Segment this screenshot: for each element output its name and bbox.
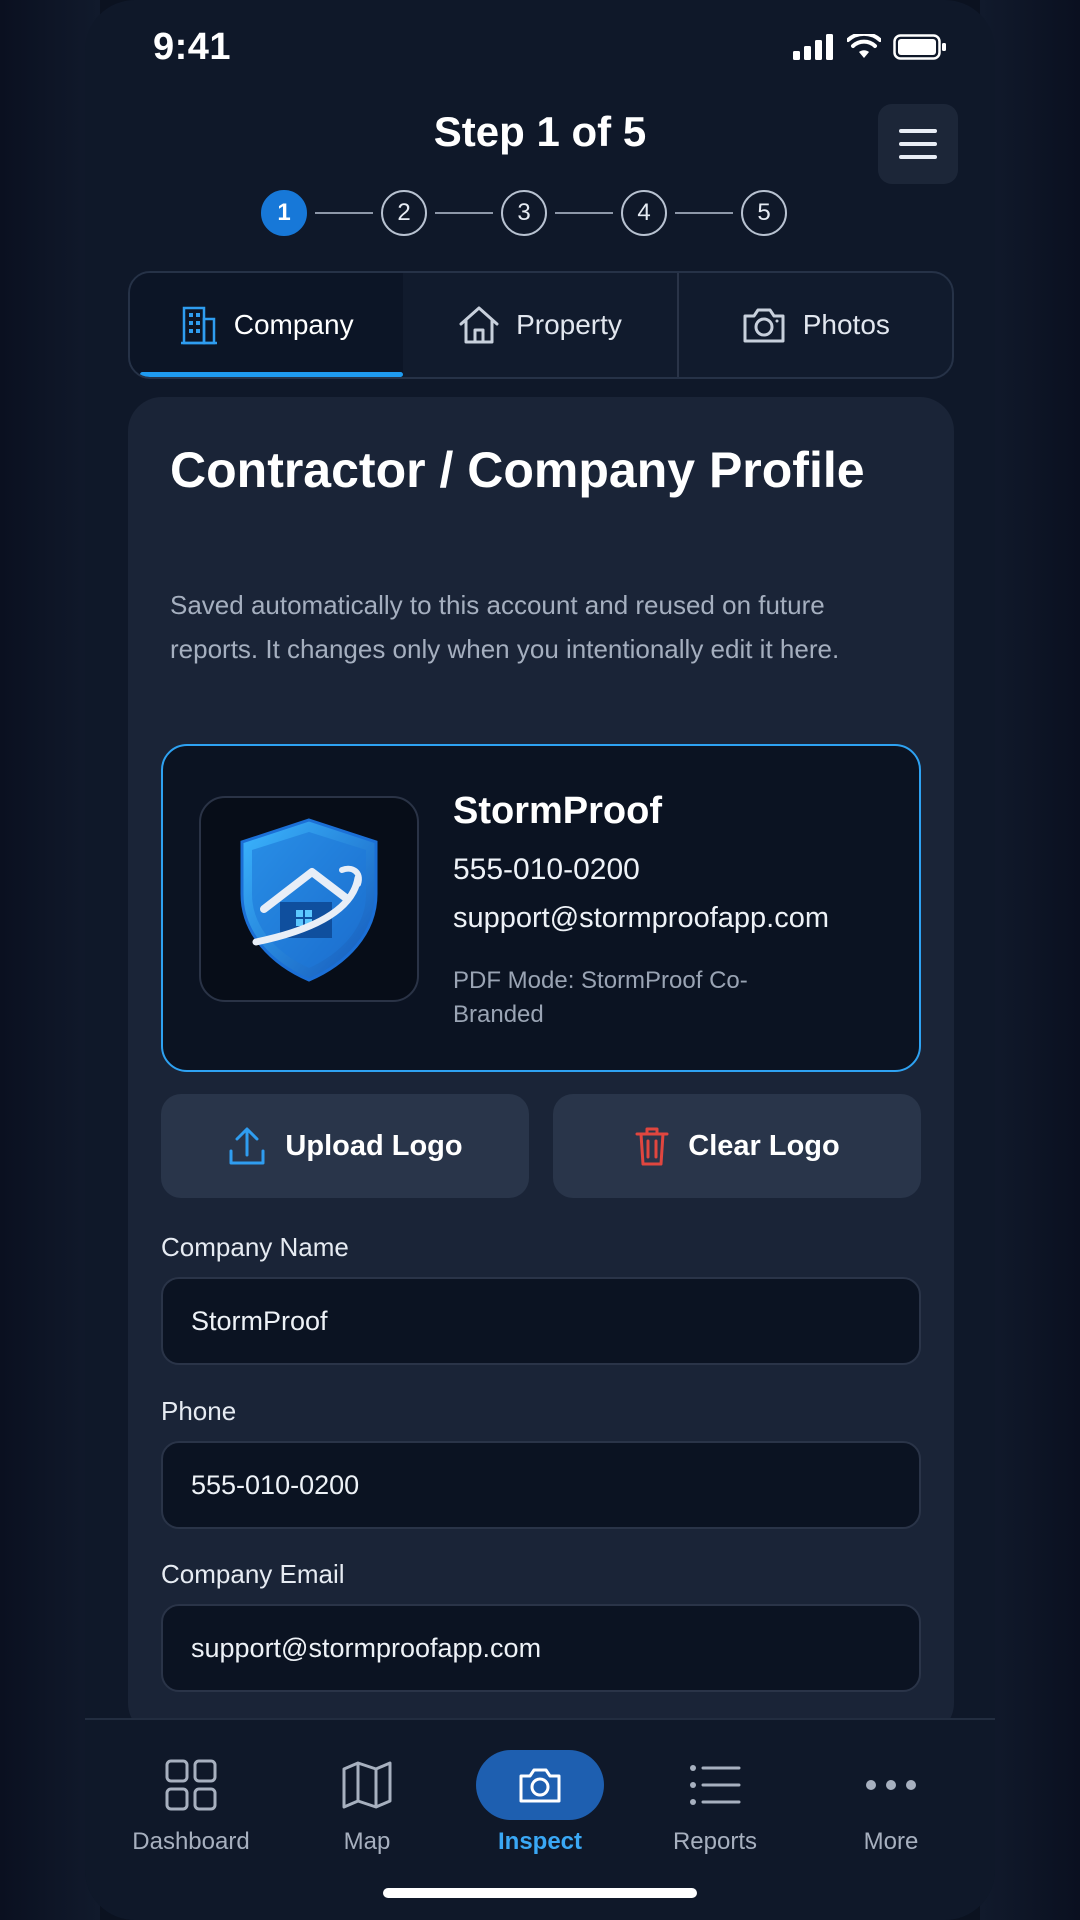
upload-logo-button[interactable]: Upload Logo [161,1094,529,1198]
building-icon [180,306,217,345]
step-progress: 1 2 3 4 5 [261,190,787,236]
trash-icon [635,1127,669,1166]
hamburger-icon [899,155,937,159]
company-name-value: StormProof [191,1305,328,1336]
status-time: 9:41 [153,26,232,68]
profile-preview: StormProof 555-010-0200 support@stormpro… [161,744,921,1072]
tab-label: Property [516,309,622,340]
profile-phone: 555-010-0200 [453,853,640,886]
nav-dashboard[interactable]: Dashboard [106,1750,276,1856]
upload-icon [229,1127,265,1165]
wifi-icon [847,34,881,58]
camera-icon [519,1768,561,1803]
nav-label: Map [343,1828,391,1855]
company-name-label: Company Name [161,1232,349,1262]
shield-house-logo [240,818,378,982]
step-indicator-5[interactable]: 5 [741,190,787,236]
phone-field[interactable]: 555-010-0200 [161,1441,921,1529]
card-description: Saved automatically to this account and … [170,590,840,664]
nav-label: Reports [672,1828,758,1855]
company-name-field[interactable]: StormProof [161,1277,921,1365]
tab-label: Company [233,309,354,340]
home-indicator [383,1888,697,1898]
nav-reports[interactable]: Reports [630,1750,800,1856]
phone-label: Phone [161,1396,237,1426]
nav-label: Dashboard [132,1828,250,1855]
nav-map[interactable]: Map [282,1750,452,1856]
card-title: Contractor / Company Profile [170,442,865,498]
step-indicator-3[interactable]: 3 [501,190,547,236]
house-icon [459,306,499,344]
map-icon [342,1761,392,1809]
tab-property[interactable]: Property [403,273,676,377]
hamburger-icon [899,129,937,133]
profile-pdf-mode: PDF Mode: StormProof Co-Branded [453,967,748,1028]
step-indicator-1[interactable]: 1 [261,190,307,236]
phone-value: 555-010-0200 [191,1469,360,1500]
tab-company[interactable]: Company [130,273,404,377]
company-profile-card: Contractor / Company Profile Saved autom… [128,397,954,1737]
nav-inspect[interactable]: Inspect [455,1750,625,1856]
step-connector [555,212,613,214]
tab-label: Photos [802,309,890,340]
nav-label: More [863,1828,919,1855]
profile-email: support@stormproofapp.com [453,902,829,934]
step-indicator-2[interactable]: 2 [381,190,427,236]
signal-icon [793,34,833,60]
list-icon [690,1765,741,1805]
grid-icon [165,1759,217,1811]
more-icon [866,1780,916,1790]
phone-screen: 9:41 Step 1 of 5 1 2 3 4 5 Company Prope… [85,0,995,1920]
status-icons [793,34,947,60]
nav-more[interactable]: More [806,1750,976,1856]
camera-icon [743,308,785,343]
upload-logo-label: Upload Logo [285,1129,463,1162]
nav-label: Inspect [497,1828,583,1855]
section-tabs: Company Property Photos [128,271,954,379]
battery-icon [893,34,946,60]
page-title: Step 1 of 5 [433,108,647,155]
company-logo [199,796,419,1002]
step-connector [675,212,733,214]
step-connector [315,212,373,214]
clear-logo-label: Clear Logo [688,1129,840,1162]
step-connector [435,212,493,214]
background-right [980,0,1080,1920]
company-email-field[interactable]: support@stormproofapp.com [161,1604,921,1692]
clear-logo-button[interactable]: Clear Logo [553,1094,921,1198]
step-indicator-4[interactable]: 4 [621,190,667,236]
profile-company-name: StormProof [453,790,662,832]
hamburger-icon [899,142,937,146]
tab-photos[interactable]: Photos [679,273,952,377]
menu-button[interactable] [878,104,958,184]
company-email-value: support@stormproofapp.com [191,1632,542,1663]
company-email-label: Company Email [161,1559,345,1589]
